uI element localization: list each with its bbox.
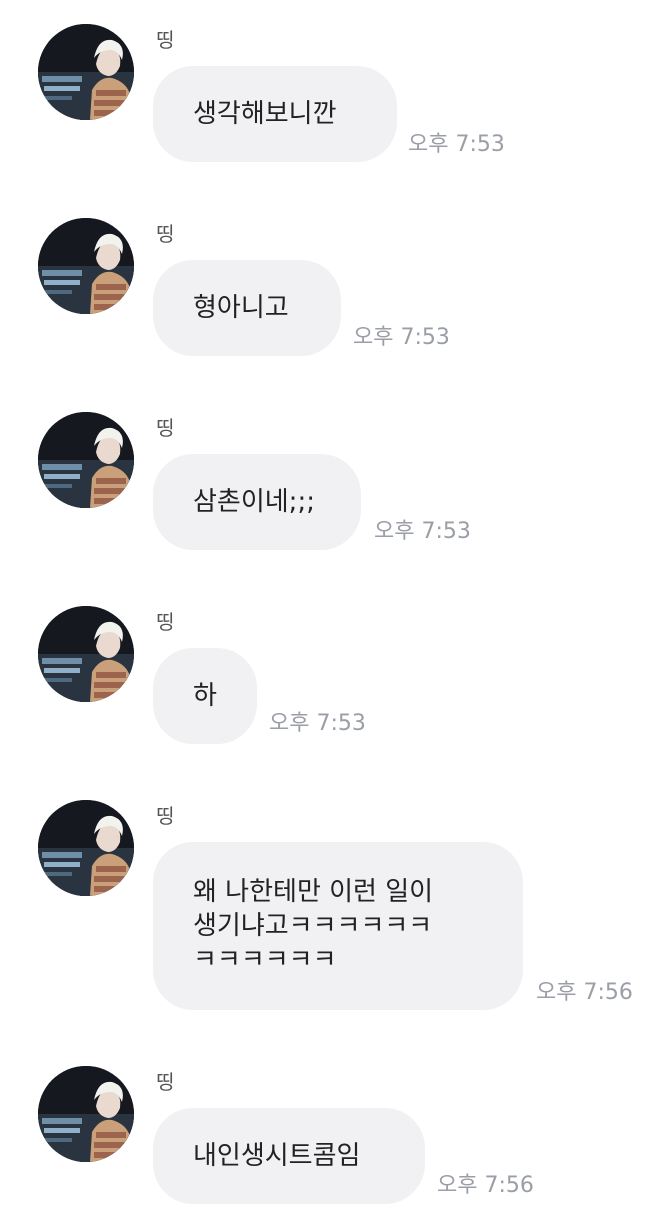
message-time: 오후 7:56 xyxy=(437,1173,534,1198)
message-row: 띵 왜 나한테만 이런 일이 생기냐고ㅋㅋㅋㅋㅋㅋ ㅋㅋㅋㅋㅋㅋ 오후 7:56 xyxy=(0,800,654,1020)
message-time: 오후 7:53 xyxy=(408,132,505,157)
sender-name: 띵 xyxy=(156,610,175,634)
avatar[interactable] xyxy=(38,218,134,314)
avatar-photo-icon xyxy=(38,218,134,314)
avatar-photo-icon xyxy=(38,606,134,702)
message-bubble[interactable]: 왜 나한테만 이런 일이 생기냐고ㅋㅋㅋㅋㅋㅋ ㅋㅋㅋㅋㅋㅋ xyxy=(153,842,523,1010)
message-bubble[interactable]: 하 xyxy=(153,648,257,744)
avatar[interactable] xyxy=(38,1066,134,1162)
avatar[interactable] xyxy=(38,24,134,120)
message-bubble[interactable]: 형아니고 xyxy=(153,260,341,356)
avatar[interactable] xyxy=(38,800,134,896)
avatar[interactable] xyxy=(38,412,134,508)
sender-name: 띵 xyxy=(156,1070,175,1094)
message-row: 띵 내인생시트콤임 오후 7:56 xyxy=(0,1066,654,1206)
message-bubble[interactable]: 내인생시트콤임 xyxy=(153,1108,425,1204)
avatar[interactable] xyxy=(38,606,134,702)
message-time: 오후 7:53 xyxy=(374,519,471,544)
sender-name: 띵 xyxy=(156,222,175,246)
message-row: 띵 형아니고 오후 7:53 xyxy=(0,218,654,358)
message-time: 오후 7:53 xyxy=(353,325,450,350)
sender-name: 띵 xyxy=(156,416,175,440)
avatar-photo-icon xyxy=(38,24,134,120)
message-bubble[interactable]: 삼촌이네;;; xyxy=(153,454,361,550)
message-time: 오후 7:56 xyxy=(536,980,633,1005)
avatar-photo-icon xyxy=(38,800,134,896)
sender-name: 띵 xyxy=(156,804,175,828)
message-time: 오후 7:53 xyxy=(269,711,366,736)
message-bubble[interactable]: 생각해보니깐 xyxy=(153,66,397,162)
message-row: 띵 삼촌이네;;; 오후 7:53 xyxy=(0,412,654,552)
avatar-photo-icon xyxy=(38,1066,134,1162)
message-row: 띵 하 오후 7:53 xyxy=(0,606,654,746)
sender-name: 띵 xyxy=(156,28,175,52)
message-row: 띵 생각해보니깐 오후 7:53 xyxy=(0,24,654,164)
avatar-photo-icon xyxy=(38,412,134,508)
